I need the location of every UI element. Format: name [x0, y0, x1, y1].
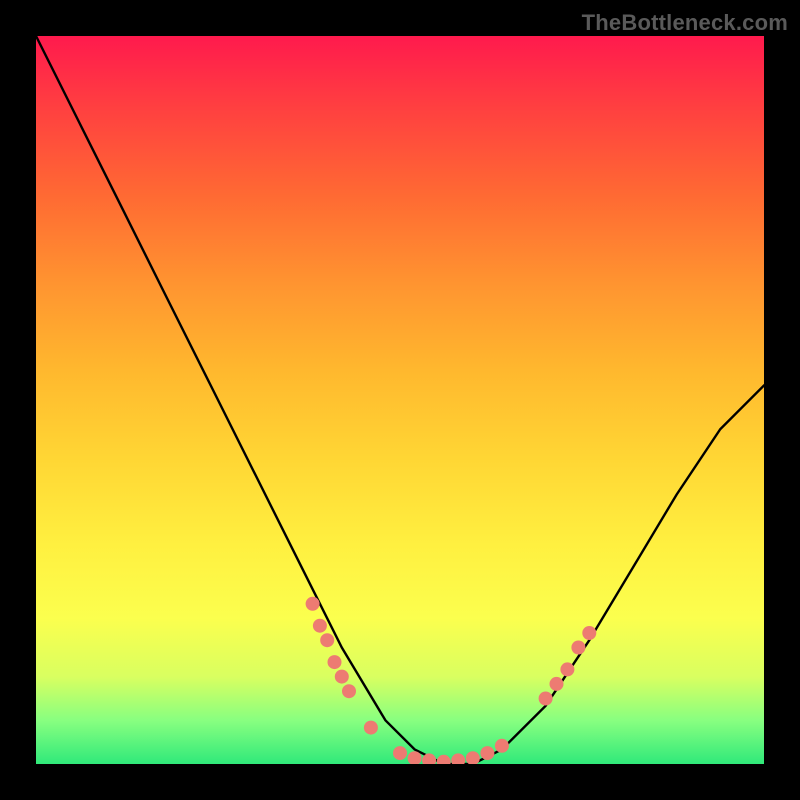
chart-frame: TheBottleneck.com [0, 0, 800, 800]
marker-dot [306, 597, 320, 611]
marker-group [306, 597, 597, 764]
marker-dot [364, 721, 378, 735]
marker-dot [582, 626, 596, 640]
marker-dot [451, 753, 465, 764]
marker-dot [495, 739, 509, 753]
marker-dot [393, 746, 407, 760]
watermark-text: TheBottleneck.com [582, 10, 788, 36]
marker-dot [466, 751, 480, 764]
marker-dot [342, 684, 356, 698]
marker-dot [437, 755, 451, 764]
chart-svg [36, 36, 764, 764]
marker-dot [320, 633, 334, 647]
marker-dot [560, 662, 574, 676]
marker-dot [480, 746, 494, 760]
plot-area [36, 36, 764, 764]
bottleneck-curve-path [36, 36, 764, 764]
marker-dot [335, 670, 349, 684]
marker-dot [571, 641, 585, 655]
marker-dot [328, 655, 342, 669]
marker-dot [539, 692, 553, 706]
marker-dot [313, 619, 327, 633]
marker-dot [550, 677, 564, 691]
